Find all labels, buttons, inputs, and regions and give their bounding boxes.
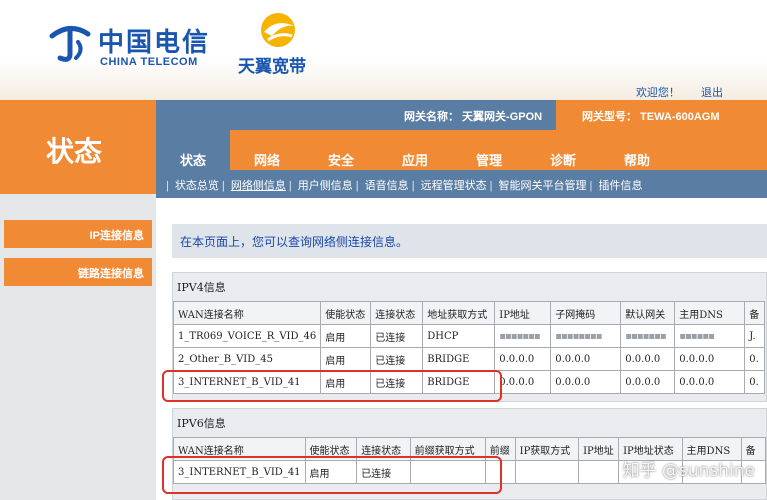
cell: J.	[744, 324, 766, 348]
cell: 1_TR069_VOICE_R_VID_46	[172, 324, 322, 348]
china-telecom-emblem-icon	[49, 26, 91, 62]
submenu-voice-info[interactable]: 语音信息	[362, 180, 412, 192]
header: 中国电信 CHINA TELECOM 天翼宽带 欢迎您！ 退出	[0, 0, 767, 100]
col-gateway: 默认网关	[620, 301, 676, 325]
china-telecom-logo: 中国电信 CHINA TELECOM	[48, 18, 218, 70]
cell: ▪▪▪▪▪▪▪▪	[550, 324, 622, 348]
submenu-plugin-info[interactable]: 插件信息	[595, 180, 645, 192]
cell	[514, 460, 580, 484]
cell: ▪▪▪▪▪▪▪	[620, 324, 676, 348]
cell: 启用	[320, 324, 372, 348]
cell	[578, 460, 620, 484]
telecom-name-en: CHINA TELECOM	[100, 56, 198, 68]
sidebar-item-ip-connection[interactable]: IP连接信息	[4, 220, 152, 248]
intro-text: 在本页面上，您可以查询网络侧连接信息。	[172, 224, 767, 258]
cell: 0.0.0.0	[550, 347, 622, 371]
cell: 0.0.0.0	[494, 370, 552, 394]
tab-application[interactable]: 应用	[378, 130, 452, 170]
tab-management[interactable]: 管理	[452, 130, 526, 170]
cell: 0.0.0.0	[550, 370, 622, 394]
cell: 2_Other_B_VID_45	[172, 347, 322, 371]
tianyi-broadband-logo: 天翼宽带	[238, 10, 318, 77]
cell: BRIDGE	[422, 347, 496, 371]
col-ip: IP地址	[578, 437, 620, 461]
telecom-name-cn: 中国电信	[98, 28, 211, 58]
col-wan-name: WAN连接名称	[172, 301, 322, 325]
cell: 0.0.0.0	[674, 370, 746, 394]
highlight-ipv4-internet-row	[162, 370, 502, 402]
tianyi-swirl-icon	[261, 13, 295, 47]
col-backup: 备	[744, 301, 766, 325]
gateway-model: 网关型号： TEWA-600AGM	[556, 100, 767, 130]
page-title: 状态	[0, 100, 156, 194]
sidebar-item-link-connection[interactable]: 链路连接信息	[4, 258, 152, 286]
highlight-ipv6-internet-row	[162, 456, 502, 494]
col-addr-method: 地址获取方式	[422, 301, 496, 325]
tab-status[interactable]: 状态	[156, 130, 230, 170]
ipv4-title: IPV4信息	[177, 281, 226, 294]
cell: 已连接	[370, 324, 424, 348]
user-links: 欢迎您！ 退出	[618, 84, 723, 100]
table-row: 1_TR069_VOICE_R_VID_46 启用 已连接 DHCP ▪▪▪▪▪…	[172, 324, 766, 348]
submenu-remote-status[interactable]: 远程管理状态	[418, 180, 490, 192]
tab-help[interactable]: 帮助	[600, 130, 674, 170]
submenu-platform-management[interactable]: 智能网关平台管理	[496, 180, 590, 192]
cell: 0.	[744, 347, 766, 371]
cell: 0.0.0.0	[494, 347, 552, 371]
cell: 0.0.0.0	[620, 370, 676, 394]
tab-security[interactable]: 安全	[304, 130, 378, 170]
cell: 启用	[320, 347, 372, 371]
sub-menu: | 状态总览 | 网络侧信息 | 用户侧信息 | 语音信息 | 远程管理状态 | 智能网关…	[156, 170, 767, 198]
ipv6-title: IPV6信息	[177, 417, 226, 430]
cell: 0.0.0.0	[620, 347, 676, 371]
gateway-info-bar: 网关名称： 天翼网关-GPON 网关型号： TEWA-600AGM	[156, 100, 767, 130]
col-dns: 主用DNS	[674, 301, 746, 325]
tab-diagnosis[interactable]: 诊断	[526, 130, 600, 170]
cell: 0.0.0.0	[674, 347, 746, 371]
submenu-user-info[interactable]: 用户侧信息	[295, 180, 356, 192]
cell: ▪▪▪▪▪▪▪	[494, 324, 552, 348]
cell: 0.	[744, 370, 766, 394]
table-row: 2_Other_B_VID_45 启用 已连接 BRIDGE 0.0.0.0 0…	[172, 347, 766, 371]
cell: ▪▪▪▪▪▪	[674, 324, 746, 348]
cell: DHCP	[422, 324, 496, 348]
logout-link[interactable]: 退出	[701, 87, 723, 99]
col-enable: 使能状态	[320, 301, 372, 325]
watermark: 知乎 @sunshine	[622, 461, 755, 481]
cell: 已连接	[370, 347, 424, 371]
col-ip: IP地址	[494, 301, 552, 325]
col-conn-status: 连接状态	[370, 301, 424, 325]
broadband-name: 天翼宽带	[238, 57, 306, 77]
ipv4-header-row: WAN连接名称 使能状态 连接状态 地址获取方式 IP地址 子网掩码 默认网关 …	[172, 301, 766, 325]
gateway-name: 网关名称： 天翼网关-GPON	[404, 111, 543, 123]
col-mask: 子网掩码	[550, 301, 622, 325]
sidebar: IP连接信息 链路连接信息	[0, 194, 156, 500]
tab-network[interactable]: 网络	[230, 130, 304, 170]
col-ip-method: IP获取方式	[514, 437, 580, 461]
submenu-network-info[interactable]: 网络侧信息	[228, 180, 289, 192]
welcome-text: 欢迎您！	[635, 87, 680, 99]
main-menu: 状态 网络 安全 应用 管理 诊断 帮助	[156, 130, 767, 170]
submenu-status-overview[interactable]: 状态总览	[172, 180, 222, 192]
